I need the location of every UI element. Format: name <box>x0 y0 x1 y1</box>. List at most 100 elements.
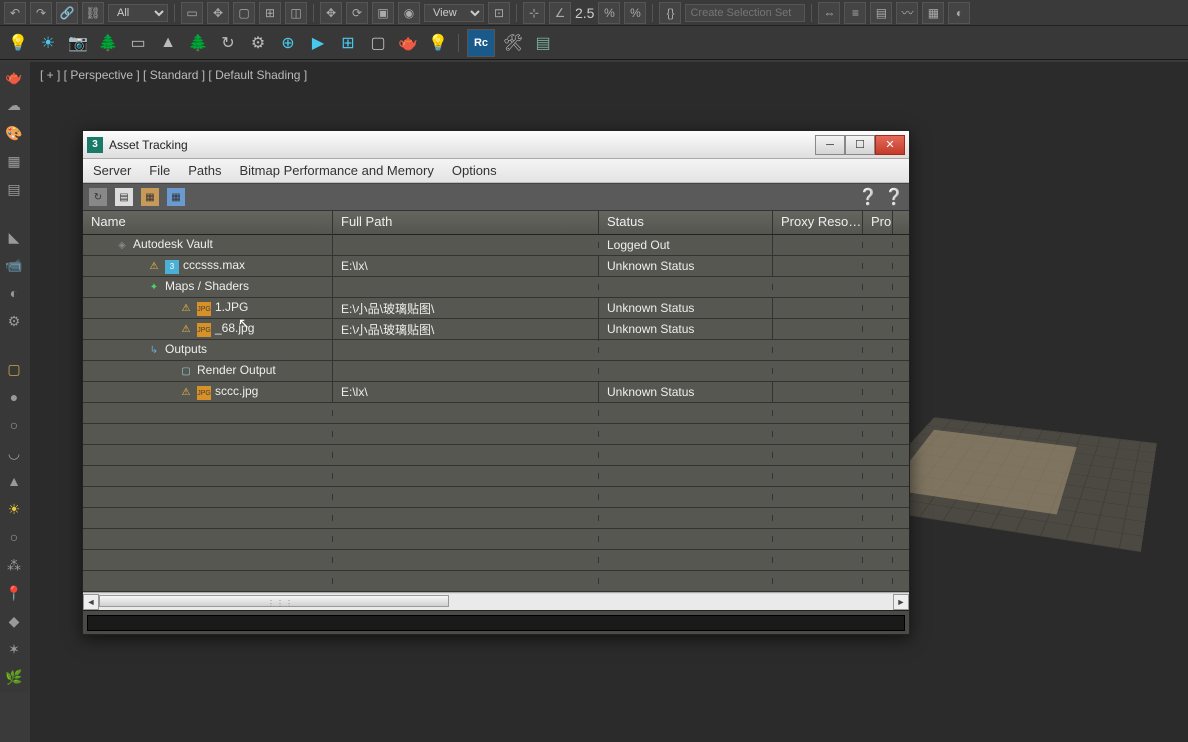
crossing-icon[interactable]: ◫ <box>285 2 307 24</box>
table-row[interactable]: ⚠JPG1.JPGE:\小品\玻璃贴图\Unknown Status <box>83 298 909 319</box>
play-icon[interactable]: ▶ <box>306 31 330 55</box>
tree2-icon[interactable]: 🌲 <box>186 31 210 55</box>
window-icon[interactable]: ⊞ <box>259 2 281 24</box>
cone3-icon[interactable]: ▲ <box>3 470 25 492</box>
table-row[interactable] <box>83 466 909 487</box>
mirror-icon[interactable]: ⇔ <box>818 2 840 24</box>
select-move-icon[interactable]: ✥ <box>207 2 229 24</box>
header-prod[interactable]: Pro <box>863 211 893 234</box>
menu-server[interactable]: Server <box>93 163 131 178</box>
listview-icon[interactable]: ▦ <box>167 188 185 206</box>
table-icon[interactable]: ▦ <box>141 188 159 206</box>
header-path[interactable]: Full Path <box>333 211 599 234</box>
cone-icon[interactable]: ▲ <box>156 31 180 55</box>
menu-file[interactable]: File <box>149 163 170 178</box>
cam2-icon[interactable]: 📹 <box>3 254 25 276</box>
tools-icon[interactable]: 🛠 <box>501 31 525 55</box>
table-row[interactable]: ↳Outputs <box>83 340 909 361</box>
pin-icon[interactable]: 📍 <box>3 582 25 604</box>
refcoord-select[interactable]: View <box>424 4 484 22</box>
cone2-icon[interactable]: ◣ <box>3 226 25 248</box>
selection-set-input[interactable] <box>685 4 805 22</box>
header-name[interactable]: Name <box>83 211 333 234</box>
doc-icon[interactable]: ▤ <box>115 188 133 206</box>
palette-icon[interactable]: 🎨 <box>3 122 25 144</box>
light-bulb-icon[interactable]: 💡 <box>6 31 30 55</box>
table-row[interactable] <box>83 445 909 466</box>
rc-button[interactable]: Rc <box>467 29 495 57</box>
box-icon[interactable]: ▭ <box>126 31 150 55</box>
sun-icon[interactable]: ☀ <box>36 31 60 55</box>
scroll-left-button[interactable]: ◄ <box>83 594 99 610</box>
help1-icon[interactable]: ❔ <box>859 188 877 206</box>
mesh-icon[interactable]: ✶ <box>3 638 25 660</box>
menu-bitmap[interactable]: Bitmap Performance and Memory <box>240 163 434 178</box>
scroll-track[interactable]: ⋮⋮⋮ <box>99 594 893 610</box>
undo-icon[interactable]: ↶ <box>4 2 26 24</box>
minimize-button[interactable]: ─ <box>815 135 845 155</box>
window2-icon[interactable]: ▢ <box>366 31 390 55</box>
table-row[interactable]: ⚠JPGsccc.jpgE:\lx\Unknown Status <box>83 382 909 403</box>
link-icon[interactable]: 🔗 <box>56 2 78 24</box>
table-row[interactable] <box>83 424 909 445</box>
header-status[interactable]: Status <box>599 211 773 234</box>
table-row[interactable]: ◈Autodesk VaultLogged Out <box>83 235 909 256</box>
angle-snap-icon[interactable]: ∠ <box>549 2 571 24</box>
select-icon[interactable]: ▭ <box>181 2 203 24</box>
placement-icon[interactable]: ◉ <box>398 2 420 24</box>
unlink-icon[interactable]: ⛓ <box>82 2 104 24</box>
align-icon[interactable]: ≡ <box>844 2 866 24</box>
table-row[interactable]: ⚠3cccsss.maxE:\lx\Unknown Status <box>83 256 909 277</box>
gears-icon[interactable]: ⚙ <box>246 31 270 55</box>
sun2-icon[interactable]: ☀ <box>3 498 25 520</box>
menu-paths[interactable]: Paths <box>188 163 221 178</box>
move-icon[interactable]: ✥ <box>320 2 342 24</box>
particles-icon[interactable]: ⁂ <box>3 554 25 576</box>
horizontal-scrollbar[interactable]: ◄ ⋮⋮⋮ ► <box>83 592 909 610</box>
named-sel-icon[interactable]: {} <box>659 2 681 24</box>
grid1-icon[interactable]: ▦ <box>3 150 25 172</box>
snap-icon[interactable]: ⊹ <box>523 2 545 24</box>
table-row[interactable]: ⚠JPG_68.jpgE:\小品\玻璃贴图\Unknown Status <box>83 319 909 340</box>
scale-icon[interactable]: ▣ <box>372 2 394 24</box>
scroll-thumb[interactable]: ⋮⋮⋮ <box>99 595 449 607</box>
cloud-icon[interactable]: ☁ <box>3 94 25 116</box>
teapot2-icon[interactable]: 🫖 <box>3 66 25 88</box>
sphere1-icon[interactable]: ● <box>3 386 25 408</box>
window-titlebar[interactable]: 3 Asset Tracking ─ ☐ ✕ <box>83 131 909 159</box>
table-row[interactable] <box>83 487 909 508</box>
menu-options[interactable]: Options <box>452 163 497 178</box>
grid2-icon[interactable]: ▤ <box>3 178 25 200</box>
table-row[interactable] <box>83 529 909 550</box>
dome-icon[interactable]: ◡ <box>3 442 25 464</box>
square-icon[interactable]: ▢ <box>3 358 25 380</box>
table-row[interactable]: ▢Render Output <box>83 361 909 382</box>
table-row[interactable] <box>83 508 909 529</box>
layers-icon[interactable]: ▤ <box>870 2 892 24</box>
pivot-icon[interactable]: ⊡ <box>488 2 510 24</box>
table-row[interactable] <box>83 403 909 424</box>
spinner-snap-icon[interactable]: % <box>624 2 646 24</box>
curve-editor-icon[interactable]: 〰 <box>896 2 918 24</box>
table-row[interactable] <box>83 550 909 571</box>
filter-select[interactable]: All <box>108 4 168 22</box>
table-row[interactable] <box>83 571 909 592</box>
gear2-icon[interactable]: ⚙ <box>3 310 25 332</box>
sphere2-icon[interactable]: ○ <box>3 414 25 436</box>
batch-icon[interactable]: ⊞ <box>336 31 360 55</box>
tree-icon[interactable]: 🌲 <box>96 31 120 55</box>
moon-icon[interactable]: ◐ <box>3 282 25 304</box>
refresh-icon[interactable]: ↻ <box>89 188 107 206</box>
cycle-icon[interactable]: ↻ <box>216 31 240 55</box>
header-proxy[interactable]: Proxy Reso… <box>773 211 863 234</box>
bulb2-icon[interactable]: 💡 <box>426 31 450 55</box>
rock-icon[interactable]: ◆ <box>3 610 25 632</box>
close-button[interactable]: ✕ <box>875 135 905 155</box>
redo-icon[interactable]: ↷ <box>30 2 52 24</box>
material-icon[interactable]: ◐ <box>948 2 970 24</box>
viewport-label[interactable]: [ + ] [ Perspective ] [ Standard ] [ Def… <box>30 62 1188 88</box>
percent-snap-icon[interactable]: % <box>598 2 620 24</box>
maximize-button[interactable]: ☐ <box>845 135 875 155</box>
circle2-icon[interactable]: ○ <box>3 526 25 548</box>
marquee-icon[interactable]: ▢ <box>233 2 255 24</box>
